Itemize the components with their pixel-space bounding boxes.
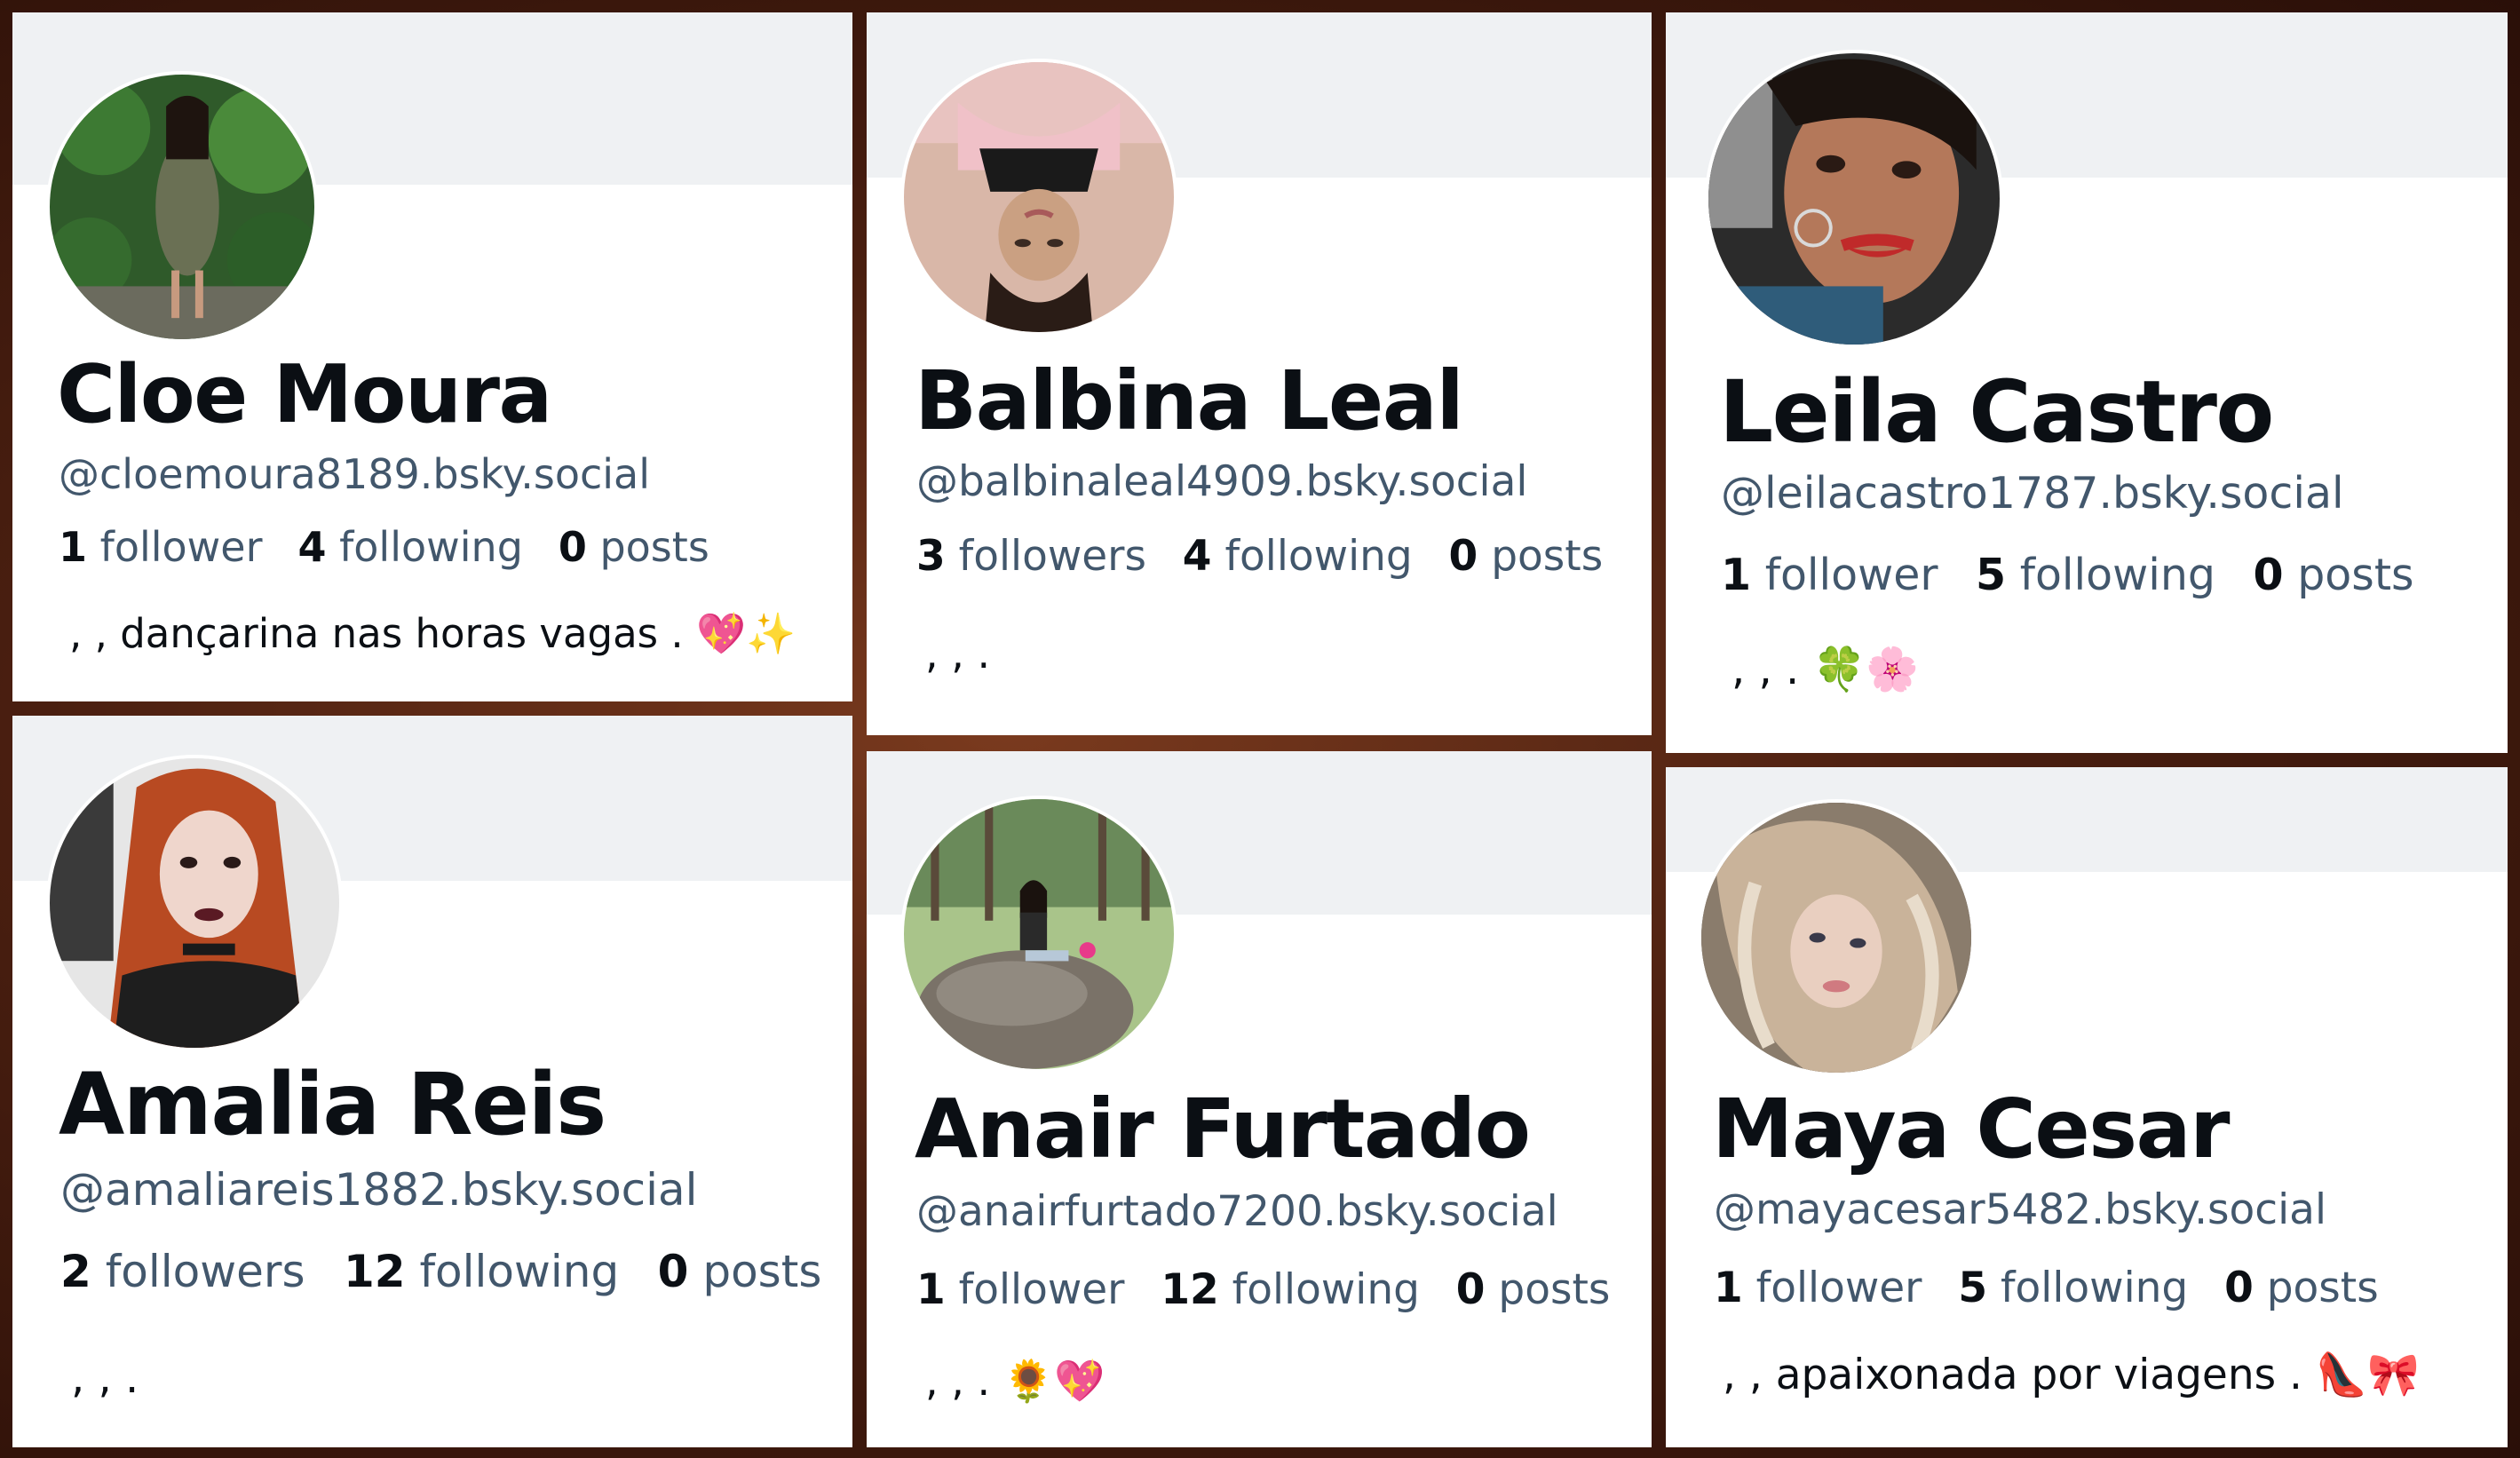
profile-card-anair-furtado[interactable]: Anair Furtado @anairfurtado7200.bsky.soc… — [867, 751, 1652, 1447]
followers-count: 1 — [1721, 550, 1752, 600]
posts-stat: 0 posts — [2224, 1264, 2379, 1312]
avatar[interactable] — [46, 71, 318, 343]
profile-card-amalia-reis[interactable]: Amalia Reis @amaliareis1882.bsky.social … — [12, 716, 852, 1447]
bio: , , apaixonada por viagens . 👠🎀 — [1723, 1351, 2420, 1399]
bio: , , . 🍀🌸 — [1732, 645, 1920, 694]
handle[interactable]: @amaliareis1882.bsky.social — [60, 1163, 698, 1216]
followers-label: follower — [958, 1265, 1125, 1314]
avatar[interactable] — [1705, 50, 2003, 348]
following-link[interactable]: 5 following — [1958, 1264, 2188, 1312]
following-count: 4 — [297, 523, 327, 571]
avatar[interactable] — [900, 59, 1177, 336]
profile-stats: 1 follower 5 following 0 posts — [1714, 1263, 2402, 1314]
followers-link[interactable]: 3 followers — [916, 532, 1146, 581]
posts-count: 0 — [1448, 532, 1478, 581]
posts-stat: 0 posts — [2254, 550, 2414, 600]
profile-card-leila-castro[interactable]: Leila Castro @leilacastro1787.bsky.socia… — [1666, 12, 2508, 753]
followers-count: 2 — [60, 1246, 91, 1297]
display-name: Cloe Moura — [57, 348, 552, 441]
followers-label: follower — [1755, 1264, 1922, 1312]
handle[interactable]: @leilacastro1787.bsky.social — [1721, 467, 2344, 520]
posts-stat: 0 posts — [559, 523, 709, 571]
display-name: Balbina Leal — [915, 353, 1464, 448]
avatar[interactable] — [1698, 799, 1975, 1076]
profile-stats: 1 follower 4 following 0 posts — [59, 522, 732, 572]
posts-label: posts — [599, 523, 709, 571]
posts-stat: 0 posts — [658, 1246, 822, 1297]
following-label: following — [2019, 550, 2215, 600]
following-link[interactable]: 4 following — [1183, 532, 1413, 581]
followers-label: follower — [1764, 550, 1938, 600]
following-count: 12 — [343, 1246, 406, 1297]
display-name: Leila Castro — [1719, 362, 2274, 462]
posts-count: 0 — [657, 1246, 689, 1297]
followers-count: 1 — [916, 1265, 946, 1314]
followers-link[interactable]: 1 follower — [59, 523, 263, 571]
following-count: 4 — [1182, 532, 1212, 581]
following-count: 5 — [1958, 1264, 1988, 1312]
followers-link[interactable]: 1 follower — [1721, 550, 1938, 600]
followers-label: followers — [958, 532, 1146, 581]
profile-stats: 3 followers 4 following 0 posts — [916, 531, 1626, 582]
following-label: following — [339, 523, 523, 571]
profile-stats: 2 followers 12 following 0 posts — [60, 1245, 846, 1298]
following-link[interactable]: 12 following — [344, 1246, 619, 1297]
followers-label: follower — [99, 523, 263, 571]
following-link[interactable]: 5 following — [1976, 550, 2215, 600]
following-count: 5 — [1976, 550, 2007, 600]
handle[interactable]: @cloemoura8189.bsky.social — [59, 449, 650, 499]
posts-label: posts — [1491, 532, 1604, 581]
handle[interactable]: @balbinaleal4909.bsky.social — [916, 456, 1527, 508]
posts-count: 0 — [558, 523, 587, 571]
posts-label: posts — [1498, 1265, 1611, 1314]
followers-count: 3 — [916, 532, 946, 581]
following-count: 12 — [1161, 1265, 1219, 1314]
following-label: following — [1224, 532, 1413, 581]
posts-label: posts — [2266, 1264, 2379, 1312]
posts-count: 0 — [2224, 1264, 2254, 1312]
avatar[interactable] — [900, 796, 1177, 1073]
bio: , , . 🌻💖 — [925, 1357, 1105, 1405]
handle[interactable]: @anairfurtado7200.bsky.social — [916, 1186, 1558, 1238]
profile-stats: 1 follower 5 following 0 posts — [1721, 549, 2438, 602]
followers-link[interactable]: 2 followers — [60, 1246, 305, 1297]
bio: , , . — [71, 1353, 139, 1403]
followers-count: 1 — [1714, 1264, 1743, 1312]
following-link[interactable]: 12 following — [1161, 1265, 1420, 1314]
posts-count: 0 — [1455, 1265, 1486, 1314]
posts-stat: 0 posts — [1449, 532, 1604, 581]
profile-card-maya-cesar[interactable]: Maya Cesar @mayacesar5482.bsky.social 1 … — [1666, 767, 2508, 1447]
followers-link[interactable]: 1 follower — [1714, 1264, 1922, 1312]
followers-link[interactable]: 1 follower — [916, 1265, 1125, 1314]
profile-card-cloe-moura[interactable]: Cloe Moura @cloemoura8189.bsky.social 1 … — [12, 12, 852, 701]
posts-stat: 0 posts — [1456, 1265, 1611, 1314]
bio: , , dançarina nas horas vagas . 💖✨ — [69, 610, 796, 657]
avatar[interactable] — [46, 755, 343, 1051]
following-link[interactable]: 4 following — [297, 523, 522, 571]
followers-count: 1 — [59, 523, 88, 571]
handle[interactable]: @mayacesar5482.bsky.social — [1714, 1185, 2326, 1236]
profile-stats: 1 follower 12 following 0 posts — [916, 1264, 1633, 1316]
display-name: Maya Cesar — [1712, 1082, 2231, 1177]
profile-card-balbina-leal[interactable]: Balbina Leal @balbinaleal4909.bsky.socia… — [867, 12, 1652, 735]
display-name: Anair Furtado — [915, 1082, 1531, 1177]
display-name: Amalia Reis — [59, 1055, 606, 1154]
following-label: following — [2000, 1264, 2189, 1312]
following-label: following — [419, 1246, 620, 1297]
posts-label: posts — [702, 1246, 822, 1297]
following-label: following — [1232, 1265, 1420, 1314]
posts-label: posts — [2297, 550, 2414, 600]
bio: , , . — [925, 630, 991, 677]
posts-count: 0 — [2253, 550, 2284, 600]
followers-label: followers — [105, 1246, 305, 1297]
